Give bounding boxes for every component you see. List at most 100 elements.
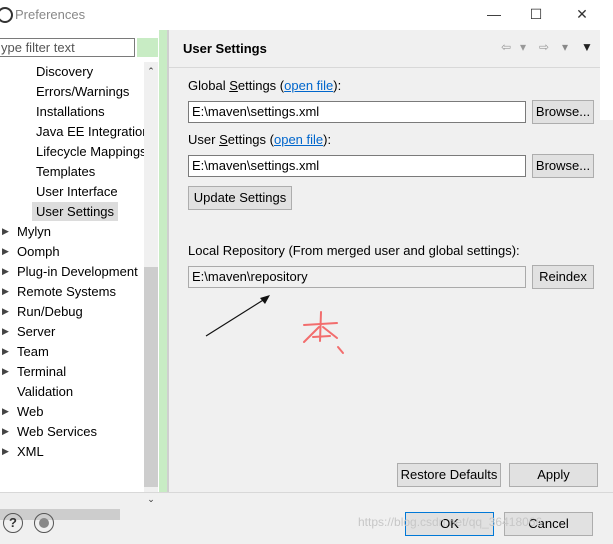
expand-arrow-icon[interactable]: ▶ — [2, 422, 12, 441]
view-menu-icon[interactable]: ▼ — [581, 40, 593, 54]
tree-item[interactable]: Installations — [36, 102, 105, 121]
back-menu-icon[interactable]: ▾ — [520, 40, 526, 54]
tree-item[interactable]: Server — [17, 322, 55, 341]
update-settings-button[interactable]: Update Settings — [188, 186, 292, 210]
title-bar: Preferences — ☐ ✕ — [0, 0, 613, 30]
scroll-down-icon[interactable]: ⌄ — [144, 492, 158, 506]
user-open-file-link[interactable]: open file — [274, 132, 323, 147]
preference-tree-pane: Discovery Errors/Warnings Installations … — [0, 30, 166, 522]
forward-menu-icon[interactable]: ▾ — [562, 40, 568, 54]
scrollbar-thumb[interactable] — [144, 267, 158, 487]
preference-tree: Discovery Errors/Warnings Installations … — [0, 62, 144, 502]
tree-item[interactable]: Mylyn — [17, 222, 51, 241]
header-separator — [169, 67, 613, 68]
tree-item[interactable]: Oomph — [17, 242, 60, 261]
user-settings-field[interactable]: E:\maven\settings.xml — [188, 155, 526, 177]
close-button[interactable]: ✕ — [571, 4, 593, 24]
label-text: User — [188, 132, 220, 147]
reindex-button[interactable]: Reindex — [532, 265, 594, 289]
tree-item[interactable]: Validation — [17, 382, 73, 401]
expand-arrow-icon[interactable]: ▶ — [2, 322, 12, 341]
tree-item-label: Validation — [17, 384, 74, 399]
pane-accent-strip — [159, 30, 167, 492]
tree-item[interactable]: Errors/Warnings — [36, 82, 129, 101]
help-icon[interactable]: ? — [3, 513, 23, 533]
tree-item-label: XML — [17, 444, 44, 459]
tree-item-label: Lifecycle Mappings — [36, 144, 144, 159]
tree-item-label: Discovery — [36, 64, 94, 79]
filter-input[interactable] — [0, 38, 135, 57]
label-text: Global — [188, 78, 230, 93]
tree-item-label: Server — [17, 324, 56, 339]
tree-item-label: Errors/Warnings — [36, 84, 130, 99]
tree-item-label: Plug-in Development — [17, 264, 138, 279]
expand-arrow-icon[interactable]: ▶ — [2, 282, 12, 301]
expand-arrow-icon[interactable]: ▶ — [2, 242, 12, 261]
tree-item[interactable]: User Interface — [36, 182, 118, 201]
forward-icon[interactable]: ⇨ — [539, 40, 549, 54]
tree-item-label: Web Services — [17, 424, 97, 439]
expand-arrow-icon[interactable]: ▶ — [2, 402, 12, 421]
tree-item-label: User Settings — [36, 204, 115, 219]
global-settings-field[interactable]: E:\maven\settings.xml — [188, 101, 526, 123]
user-browse-button[interactable]: Browse... — [532, 154, 594, 178]
tree-item[interactable]: Templates — [36, 162, 95, 181]
tree-item-label: Mylyn — [17, 224, 51, 239]
maximize-button[interactable]: ☐ — [525, 4, 547, 24]
label-text: ettings ( — [227, 132, 274, 147]
tree-item[interactable]: Java EE Integration — [36, 122, 144, 141]
tree-item[interactable]: Team — [17, 342, 49, 361]
tree-item-label: Team — [17, 344, 49, 359]
label-text: ): — [323, 132, 332, 147]
global-open-file-link[interactable]: open file — [284, 78, 333, 93]
scroll-up-icon[interactable]: ⌃ — [144, 64, 158, 78]
tree-item[interactable]: Plug-in Development — [17, 262, 138, 281]
mnemonic-letter: S — [219, 132, 228, 147]
expand-arrow-icon[interactable]: ▶ — [2, 302, 12, 321]
tree-item-label: Java EE Integration — [36, 124, 144, 139]
filter-clear-strip — [137, 38, 158, 57]
pane-divider[interactable] — [167, 30, 169, 492]
annotation-drawing — [205, 295, 344, 354]
expand-arrow-icon[interactable]: ▶ — [2, 442, 12, 461]
back-icon[interactable]: ⇦ — [501, 40, 511, 54]
label-text: ettings ( — [237, 78, 285, 93]
tree-item-label: Remote Systems — [17, 284, 116, 299]
tree-vertical-scrollbar[interactable]: ⌃ ⌄ — [144, 62, 158, 506]
tree-item[interactable]: Terminal — [17, 362, 66, 381]
minimize-button[interactable]: — — [483, 4, 505, 24]
restore-defaults-button[interactable]: Restore Defaults — [397, 463, 501, 487]
mnemonic-letter: S — [229, 78, 238, 93]
tree-item[interactable]: Lifecycle Mappings — [36, 142, 144, 161]
handwritten-character — [303, 311, 344, 354]
record-dot-icon — [39, 518, 49, 528]
local-repository-label: Local Repository (From merged user and g… — [188, 243, 520, 258]
tree-item[interactable]: XML — [17, 442, 44, 461]
tree-item-label: Templates — [36, 164, 96, 179]
expand-arrow-icon[interactable]: ▶ — [2, 262, 12, 281]
background-window-edge — [600, 30, 613, 120]
footer-separator — [0, 492, 613, 493]
label-text: ): — [333, 78, 342, 93]
tree-item[interactable]: Discovery — [36, 62, 93, 81]
global-settings-label: Global Settings (open file): — [188, 78, 341, 93]
tree-item[interactable]: Run/Debug — [17, 302, 83, 321]
tree-item-selected[interactable]: User Settings — [32, 202, 119, 221]
expand-arrow-icon[interactable]: ▶ — [2, 362, 12, 381]
tree-item[interactable]: Web Services — [17, 422, 97, 441]
window-title: Preferences — [15, 7, 86, 22]
tree-item-label: Terminal — [17, 364, 67, 379]
tree-item[interactable]: Remote Systems — [17, 282, 116, 301]
global-browse-button[interactable]: Browse... — [532, 100, 594, 124]
user-settings-label: User Settings (open file): — [188, 132, 331, 147]
apply-button[interactable]: Apply — [509, 463, 598, 487]
expand-arrow-icon[interactable]: ▶ — [2, 222, 12, 241]
watermark-text: https://blog.csdn.net/qq_36418066 — [358, 515, 543, 529]
record-icon[interactable] — [34, 513, 54, 533]
expand-arrow-icon[interactable]: ▶ — [2, 342, 12, 361]
eclipse-icon — [0, 7, 13, 23]
tree-item[interactable]: Web — [17, 402, 44, 421]
tree-item-label: Installations — [36, 104, 105, 119]
page-title: User Settings — [183, 41, 267, 56]
page-header: User Settings ⇦ ▾ ⇨ ▾ ▼ — [169, 30, 613, 68]
